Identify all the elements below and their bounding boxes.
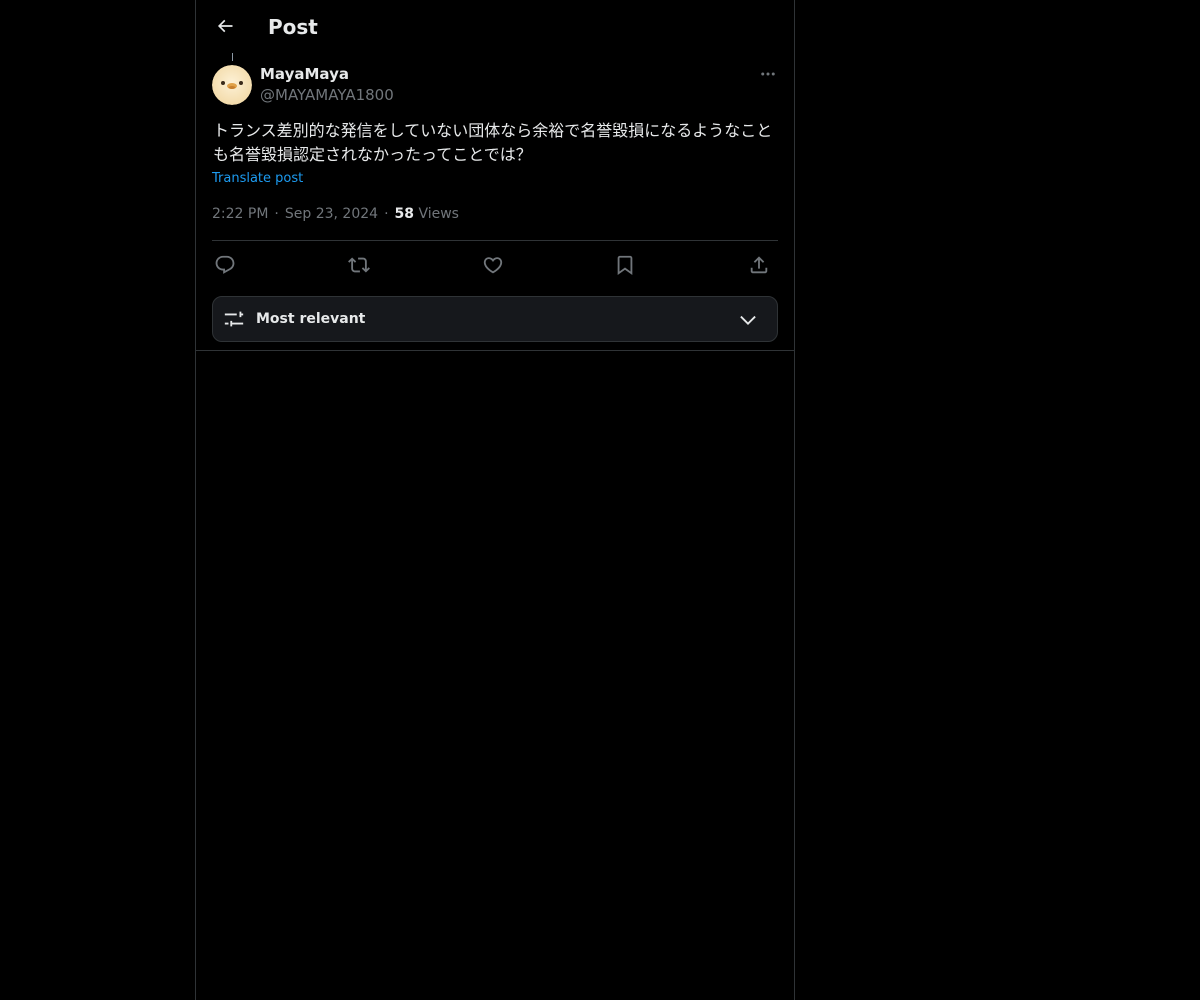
post-text: トランス差別的な発信をしていない団体なら余裕で名誉毀損になるようなことも名誉毀損… (213, 121, 773, 164)
reply-button[interactable] (212, 252, 238, 278)
duck-avatar-icon (212, 65, 252, 105)
author-display-name[interactable]: MayaMaya (260, 64, 349, 84)
sort-replies-dropdown[interactable]: Most relevant (212, 296, 778, 342)
chevron-down-icon (740, 315, 756, 325)
translate-post-link[interactable]: Translate post (212, 170, 303, 188)
thread-connector-line (232, 53, 233, 61)
ellipsis-icon (761, 72, 775, 76)
repost-icon (348, 257, 370, 273)
more-options-button[interactable] (756, 62, 780, 86)
share-button[interactable] (746, 252, 772, 278)
page-title: Post (268, 15, 318, 39)
meta-separator: · (384, 206, 389, 222)
heart-icon (483, 257, 503, 274)
views-count: 58 (394, 206, 414, 222)
post-actions-bar (212, 250, 778, 278)
section-divider (196, 350, 794, 351)
primary-column: Post MayaMaya @MAYAMAYA1800 トランス差別的な発信をし… (195, 0, 795, 1000)
arrow-left-icon (217, 19, 233, 33)
bookmark-button[interactable] (612, 252, 638, 278)
author-handle[interactable]: @MAYAMAYA1800 (260, 85, 394, 105)
post-time[interactable]: 2:22 PM (212, 206, 268, 222)
post-date[interactable]: Sep 23, 2024 (285, 206, 378, 222)
reply-icon (215, 255, 235, 274)
back-button[interactable] (208, 9, 242, 43)
sort-label: Most relevant (256, 311, 366, 327)
repost-button[interactable] (346, 252, 372, 278)
bookmark-icon (617, 255, 633, 276)
meta-separator: · (274, 206, 279, 222)
views-label: Views (418, 206, 459, 222)
avatar[interactable] (212, 65, 252, 105)
divider (212, 240, 778, 241)
like-button[interactable] (480, 252, 506, 278)
share-icon (750, 256, 768, 274)
post-metadata: 2:22 PM · Sep 23, 2024 · 58 Views (212, 204, 459, 224)
header: Post (196, 0, 794, 53)
sliders-icon (224, 311, 244, 327)
